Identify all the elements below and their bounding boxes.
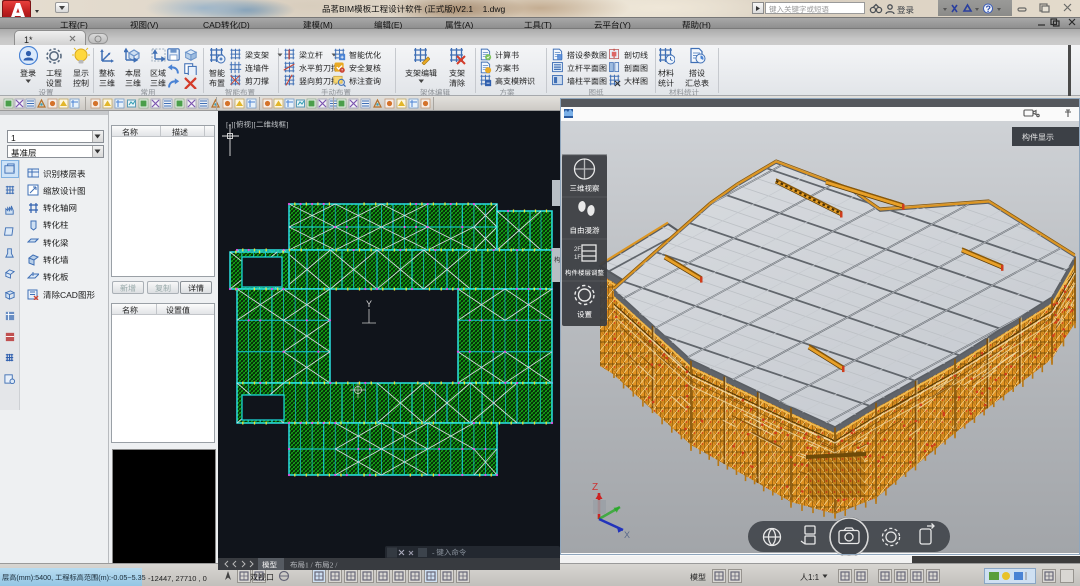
svg-text:登录: 登录	[897, 4, 915, 15]
svg-text:设置: 设置	[577, 309, 592, 320]
svg-text:Z: Z	[592, 482, 598, 493]
svg-text:Y: Y	[366, 299, 372, 309]
svg-text:三维视察: 三维视察	[570, 183, 600, 194]
svg-text:构件显示: 构件显示	[1022, 132, 1054, 143]
svg-text:[-][俯视][二维线框]: [-][俯视][二维线框]	[226, 119, 288, 130]
svg-text:?: ?	[986, 2, 992, 15]
svg-text:构件楼层调整: 构件楼层调整	[565, 267, 605, 277]
svg-text:布局1 / 布局2 /: 布局1 / 布局2 /	[290, 560, 338, 571]
svg-text:- 键入命令: - 键入命令	[432, 547, 467, 558]
svg-text:X: X	[624, 530, 630, 540]
svg-text:1F: 1F	[574, 255, 581, 261]
svg-text:自由漫游: 自由漫游	[570, 225, 600, 236]
svg-text:模型: 模型	[262, 560, 277, 571]
svg-text:2F: 2F	[574, 247, 581, 253]
